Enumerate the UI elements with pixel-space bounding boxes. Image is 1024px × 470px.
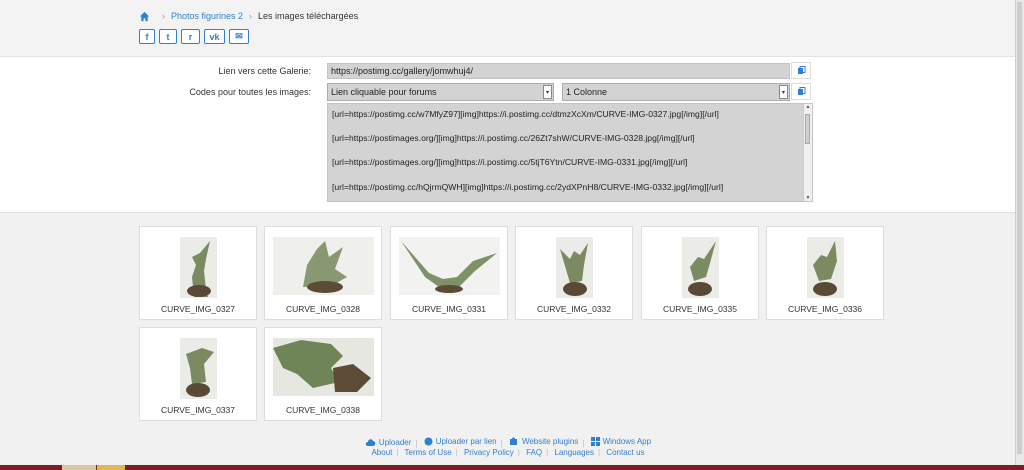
codes-scrollbar[interactable]: ▲ ▼ [803,104,812,201]
taskbar-item[interactable] [62,465,96,470]
breadcrumb: › Photos figurines 2 › Les images téléch… [139,9,358,23]
vk-share-button[interactable]: vk [204,29,225,44]
gallery-link-value: https://postimg.cc/gallery/jomwhuj4/ [331,66,474,76]
image-card[interactable]: CURVE_IMG_0338 [264,327,382,421]
chevron-down-icon: ▾ [779,85,788,99]
image-title: CURVE_IMG_0337 [160,405,236,415]
clipboard-icon [797,66,805,74]
image-card[interactable]: CURVE_IMG_0335 [641,226,759,320]
image-card[interactable]: CURVE_IMG_0336 [766,226,884,320]
footer-link-label: Windows App [602,437,652,446]
facebook-icon: f [145,31,149,42]
footer-link-label: Uploader [378,437,412,447]
image-thumbnail[interactable] [767,237,883,298]
email-share-button[interactable]: ✉ [229,29,249,44]
image-title: CURVE_IMG_0338 [285,405,361,415]
codes-textarea[interactable]: [url=https://postimg.cc/w7MfyZ97][img]ht… [327,103,813,202]
copy-codes-button[interactable] [791,83,811,100]
page-scrollbar[interactable] [1015,0,1024,470]
footer-windows-app-link[interactable]: Windows App [590,437,652,446]
image-card[interactable]: CURVE_IMG_0331 [390,226,508,320]
code-line: [url=https://postimages.org/][img]https:… [332,133,695,143]
image-card[interactable]: CURVE_IMG_0327 [139,226,257,320]
columns-select-value: 1 Colonne [566,87,608,97]
image-thumbnail[interactable] [516,237,632,298]
taskbar-item[interactable] [97,465,125,470]
code-line: [url=https://postimg.cc/hQjrmQWH][img]ht… [332,182,724,192]
page-scrollbar-thumb[interactable] [1017,2,1022,454]
chevron-right-icon: › [162,11,165,21]
codes-label: Codes pour toutes les images: [189,87,311,97]
clipboard-icon [797,87,805,95]
footer-terms-link[interactable]: Terms of Use [405,448,452,457]
image-thumbnail[interactable] [140,338,256,399]
code-line: [url=https://postimages.org/][img]https:… [332,157,688,167]
header-band: › Photos figurines 2 › Les images téléch… [0,0,1016,56]
reddit-icon: r [188,31,193,42]
image-card[interactable]: CURVE_IMG_0337 [139,327,257,421]
image-title: CURVE_IMG_0336 [787,304,863,314]
footer-links-primary: Uploader | Uploader par lien | Website p… [0,437,1016,448]
format-select-value: Lien cliquable pour forums [331,87,437,97]
footer-plugins-link[interactable]: Website plugins [509,437,578,446]
reddit-share-button[interactable]: r [181,29,200,44]
gallery-link-label: Lien vers cette Galerie: [218,66,311,76]
vk-icon: vk [209,31,220,42]
format-select[interactable]: Lien cliquable pour forums ▾ [327,83,554,101]
footer-contact-link[interactable]: Contact us [606,448,644,457]
footer-upload-by-link[interactable]: Uploader par lien [424,437,497,446]
footer-languages-link[interactable]: Languages [554,448,594,457]
image-title: CURVE_IMG_0328 [285,304,361,314]
footer-privacy-link[interactable]: Privacy Policy [464,448,514,457]
image-thumbnail[interactable] [391,237,507,298]
chevron-down-icon: ▾ [543,85,552,99]
image-thumbnail[interactable] [265,338,381,399]
scroll-up-icon[interactable]: ▲ [804,104,812,110]
footer-link-label: Uploader par lien [435,437,497,446]
cloud-upload-icon [365,439,376,446]
windows-icon [590,437,600,446]
codes-scrollbar-thumb[interactable] [805,114,810,144]
image-title: CURVE_IMG_0331 [411,304,487,314]
image-thumbnail[interactable] [265,237,381,298]
home-icon[interactable] [139,11,150,22]
breadcrumb-current: Les images téléchargées [258,11,359,21]
image-card[interactable]: CURVE_IMG_0328 [264,226,382,320]
taskbar [0,465,1024,470]
footer-faq-link[interactable]: FAQ [526,448,542,457]
globe-icon [424,437,433,446]
twitter-share-button[interactable]: t [159,29,177,44]
gallery-link-field[interactable]: https://postimg.cc/gallery/jomwhuj4/ [327,63,790,79]
chevron-right-icon: › [249,11,253,21]
email-icon: ✉ [235,31,243,41]
twitter-icon: t [166,31,170,42]
image-thumbnail[interactable] [642,237,758,298]
code-line: [url=https://postimg.cc/w7MfyZ97][img]ht… [332,109,719,119]
image-title: CURVE_IMG_0335 [662,304,738,314]
share-buttons: f t r vk ✉ [139,29,249,44]
facebook-share-button[interactable]: f [139,29,155,44]
columns-select[interactable]: 1 Colonne ▾ [562,83,790,101]
breadcrumb-album-link[interactable]: Photos figurines 2 [171,11,243,21]
scroll-down-icon[interactable]: ▼ [804,195,812,201]
footer-uploader-link[interactable]: Uploader [365,438,411,447]
image-title: CURVE_IMG_0332 [536,304,612,314]
copy-gallery-link-button[interactable] [791,62,811,79]
footer-about-link[interactable]: About [371,448,392,457]
puzzle-icon [509,437,517,445]
image-card[interactable]: CURVE_IMG_0332 [515,226,633,320]
footer-link-label: Website plugins [521,437,579,446]
image-thumbnail[interactable] [140,237,256,298]
footer-links-secondary: About | Terms of Use | Privacy Policy | FAQ… [371,448,645,457]
image-title: CURVE_IMG_0327 [160,304,236,314]
